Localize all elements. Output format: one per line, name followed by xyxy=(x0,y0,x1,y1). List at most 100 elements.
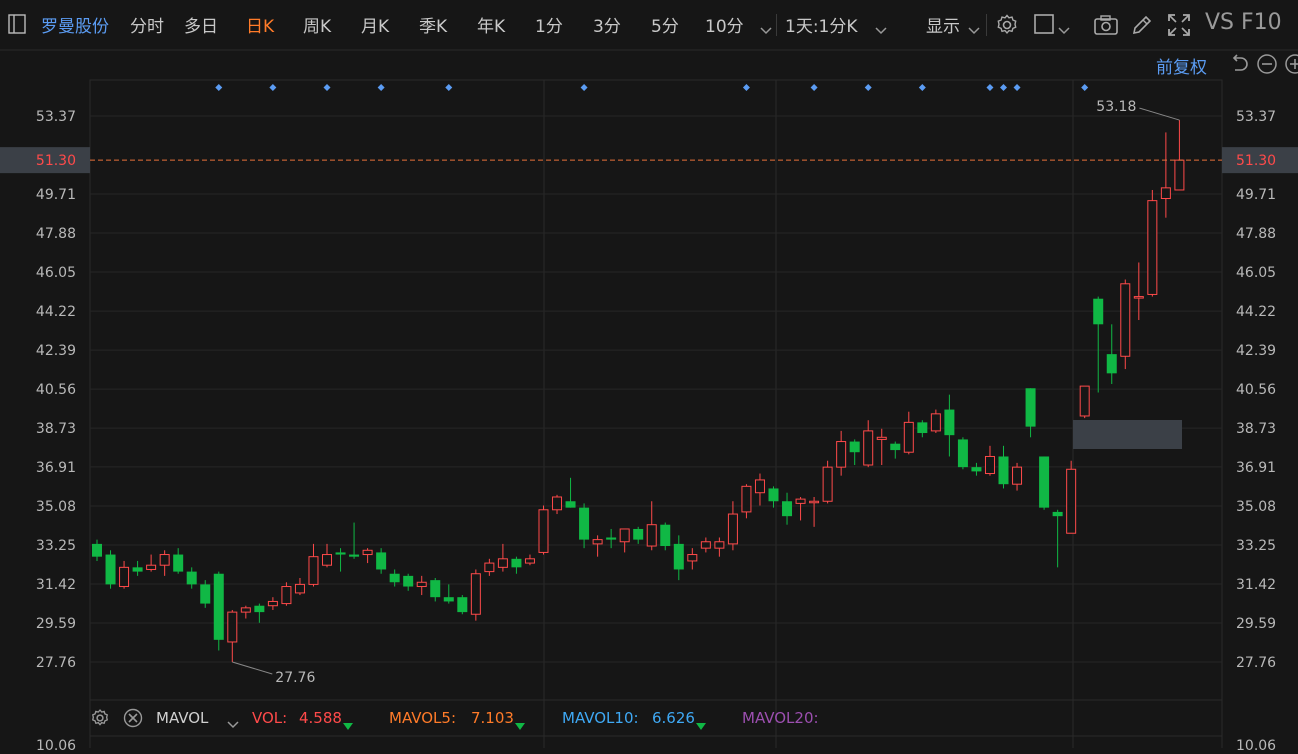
candle-body xyxy=(443,597,454,602)
y-tick-label: 40.56 xyxy=(36,382,76,398)
candle-body xyxy=(430,580,441,598)
candle-body xyxy=(470,573,481,615)
candle-body xyxy=(809,500,820,504)
mavol10-label: MAVOL10: xyxy=(562,709,639,727)
candle-body xyxy=(484,562,495,573)
event-marker[interactable] xyxy=(580,84,588,91)
y-tick-label: 49.71 xyxy=(36,187,76,203)
y-tick-label: 47.88 xyxy=(1236,226,1276,242)
vol-value: 4.588 xyxy=(299,709,342,727)
current-price-label-left: 51.30 xyxy=(36,153,76,169)
down-triangle-icon xyxy=(343,716,353,735)
candle-body xyxy=(984,455,995,475)
event-marker[interactable] xyxy=(215,84,223,91)
chevron-down-icon[interactable] xyxy=(227,714,239,733)
mavol20-label: MAVOL20: xyxy=(742,709,819,727)
candle-body xyxy=(565,501,576,508)
candle-body xyxy=(376,552,387,570)
y-tick-label: 27.76 xyxy=(36,655,76,671)
candle-body xyxy=(1039,456,1050,508)
candle-body xyxy=(159,554,170,566)
vol-axis-label-right: 10.06 xyxy=(1236,738,1277,754)
candle-body xyxy=(294,583,305,594)
y-tick-label: 35.08 xyxy=(36,499,76,515)
y-tick-label: 53.37 xyxy=(36,109,76,125)
candle-body xyxy=(917,422,928,434)
event-marker[interactable] xyxy=(742,84,750,91)
y-tick-label: 49.71 xyxy=(1236,187,1276,203)
candle-body xyxy=(876,436,887,440)
candle-body xyxy=(254,605,265,613)
event-marker[interactable] xyxy=(1013,84,1021,91)
candle-body xyxy=(1066,468,1077,534)
y-tick-label: 31.42 xyxy=(1236,577,1276,593)
event-marker[interactable] xyxy=(986,84,994,91)
candle-body xyxy=(822,466,833,502)
y-tick-label: 44.22 xyxy=(1236,304,1276,320)
candle-body xyxy=(335,552,346,555)
event-marker[interactable] xyxy=(864,84,872,91)
event-marker[interactable] xyxy=(1081,84,1089,91)
event-markers xyxy=(215,84,1089,91)
candle-body xyxy=(782,501,793,517)
candle-body xyxy=(930,413,941,432)
y-tick-label: 44.22 xyxy=(36,304,76,320)
candle-body xyxy=(836,441,847,468)
candle-body xyxy=(971,467,982,472)
candle-body xyxy=(349,554,360,557)
candle-body xyxy=(687,554,698,562)
candle-body xyxy=(1093,298,1104,325)
candle-body xyxy=(308,556,319,585)
vol-axis-label-left: 10.06 xyxy=(36,738,77,754)
candle-body xyxy=(200,584,211,604)
candle-body xyxy=(768,488,779,502)
down-triangle-icon xyxy=(515,716,525,735)
y-tick-label: 31.42 xyxy=(36,577,76,593)
candle-body xyxy=(213,573,224,640)
event-marker[interactable] xyxy=(1000,84,1008,91)
vol-label: VOL: xyxy=(252,709,288,727)
y-tick-label: 29.59 xyxy=(1236,616,1276,632)
candle-body xyxy=(579,507,590,540)
candle-body xyxy=(186,571,197,585)
high-callout-line xyxy=(1139,107,1180,121)
candle-body xyxy=(362,549,373,556)
event-marker[interactable] xyxy=(269,84,277,91)
candles xyxy=(92,120,1185,662)
candle-body xyxy=(606,537,617,540)
close-icon[interactable] xyxy=(123,708,143,732)
mavol10-value: 6.626 xyxy=(652,709,695,727)
candle-body xyxy=(849,441,860,453)
candle-body xyxy=(1160,187,1171,200)
candle-body xyxy=(552,496,563,511)
candle-body xyxy=(240,607,251,613)
event-marker[interactable] xyxy=(918,84,926,91)
candle-body xyxy=(511,558,522,568)
candle-body xyxy=(754,479,765,494)
event-marker[interactable] xyxy=(323,84,331,91)
indicator-settings-icon[interactable] xyxy=(90,708,110,732)
y-tick-label: 27.76 xyxy=(1236,655,1276,671)
candle-body xyxy=(1079,385,1090,417)
event-marker[interactable] xyxy=(377,84,385,91)
y-tick-label: 33.25 xyxy=(1236,538,1276,554)
candle-body xyxy=(1025,388,1036,427)
candle-body xyxy=(132,567,143,572)
candle-body xyxy=(1133,296,1144,299)
candle-body xyxy=(619,528,630,543)
event-marker[interactable] xyxy=(810,84,818,91)
y-tick-label: 35.08 xyxy=(1236,499,1276,515)
candle-body xyxy=(92,543,102,557)
candle-body xyxy=(957,439,968,468)
indicator-name[interactable]: MAVOL xyxy=(156,709,208,727)
event-marker[interactable] xyxy=(445,84,453,91)
candle-body xyxy=(890,443,901,451)
chart-grid xyxy=(0,49,1298,748)
candle-body xyxy=(1106,354,1117,374)
y-tick-label: 33.25 xyxy=(36,538,76,554)
candle-body xyxy=(1120,283,1131,357)
kline-chart[interactable]: 53.37 49.71 47.88 46.05 44.22 42.39 40.56 38.73… xyxy=(0,0,1298,748)
candle-body xyxy=(146,564,157,570)
candle-body xyxy=(497,558,508,568)
candle-body xyxy=(714,541,725,549)
